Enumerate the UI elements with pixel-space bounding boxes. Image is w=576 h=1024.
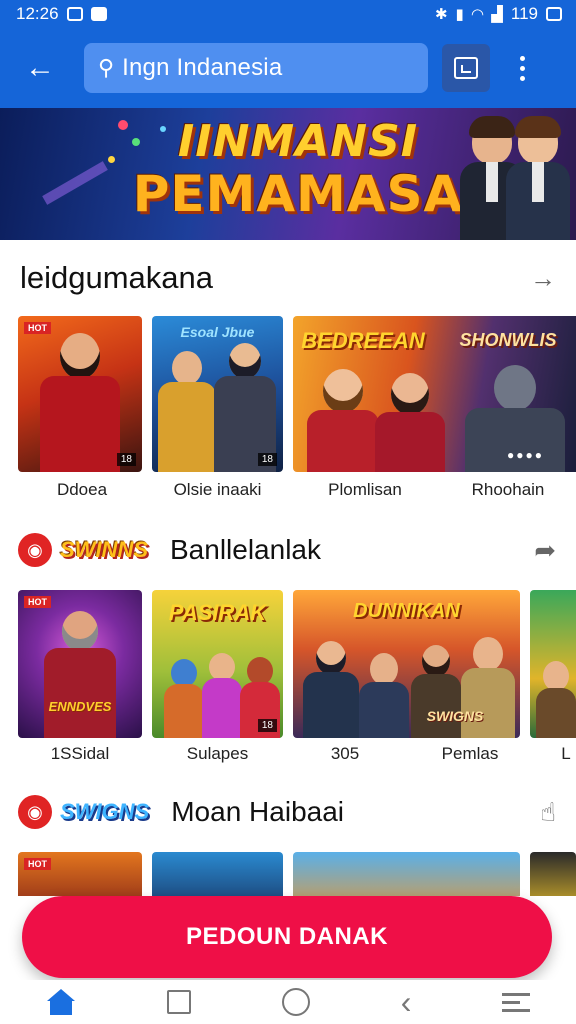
game-title[interactable]: 1SSidal [18, 744, 142, 764]
section-header: leidgumakana → [0, 248, 576, 308]
home-icon[interactable] [46, 989, 76, 1015]
recent-apps-icon[interactable] [166, 990, 191, 1014]
card-tag: HOT [24, 596, 51, 608]
game-title[interactable]: Sulapes [152, 744, 283, 764]
section-header: ◉ SWINNS Banllelanlak ➦ [0, 520, 576, 580]
arrow-right-icon[interactable]: → [530, 263, 556, 294]
character-art [359, 653, 409, 738]
character-art [158, 351, 216, 472]
section-title: leidgumakana [20, 260, 214, 295]
game-card-featured[interactable]: BEDREEAN SHONWLIS ●●●● [293, 316, 576, 472]
app-screen: 12:26 ✱ ▮ ◠ ▟ 119 ← ⚲ Ingn Indanesia IIN… [0, 0, 576, 1024]
section-header: ◉ SWIGNS Moan Haibaai ☝ [0, 782, 576, 842]
card-art-title: Esoal Jbue [180, 324, 255, 340]
game-title[interactable]: Rhoohain [446, 480, 570, 500]
game-title[interactable]: 305 [300, 744, 390, 764]
more-vertical-icon [519, 55, 525, 61]
hero-banner[interactable]: IINMANSI PEMAMASA [0, 108, 576, 240]
bookmark-icon [454, 57, 478, 79]
search-input[interactable]: ⚲ Ingn Indanesia [84, 43, 428, 93]
card-tag: HOT [24, 322, 51, 334]
game-card[interactable]: DUNNIKAN SWIGNS [293, 590, 520, 738]
section-title: Moan Haibaai [171, 796, 345, 827]
card-badge: 18 [257, 453, 277, 466]
bookmark-button[interactable] [442, 44, 490, 92]
card-art-subtitle: SWIGNS [426, 708, 484, 724]
card-tag: HOT [24, 858, 51, 870]
status-bar: 12:26 ✱ ▮ ◠ ▟ 119 [0, 0, 576, 28]
game-carousel: ENNDVES HOT PASIRAK 18 DUNNIKAN SWIGNS 1… [0, 590, 576, 790]
card-art-title: DUNNIKAN [353, 600, 460, 622]
character-art [303, 641, 359, 738]
signal-icon: ▮ [455, 6, 464, 23]
carousel-dots: ●●●● [507, 448, 544, 462]
game-card[interactable] [293, 852, 520, 896]
section-title: Banllelanlak [170, 534, 321, 565]
game-carousel: HOT 18 Esoal Jbue 18 BEDREEAN SHONWLIS ●… [0, 316, 576, 516]
character-art [375, 373, 445, 472]
brand-logo-text: SWIGNS [60, 799, 150, 824]
notification-icon [66, 7, 83, 21]
search-query: Ingn Indanesia [122, 54, 283, 81]
hero-character [506, 116, 570, 240]
share-icon[interactable]: ➦ [534, 535, 556, 566]
back-chevron-icon[interactable]: ‹ [401, 986, 412, 1018]
character-art [307, 369, 379, 472]
more-options-button[interactable] [502, 38, 542, 98]
card-badge: 18 [257, 719, 277, 732]
cell-signal-icon: ▟ [491, 6, 503, 23]
game-carousel: HOT [0, 852, 576, 896]
character-art [164, 659, 204, 738]
card-badge: 18 [116, 453, 136, 466]
card-art-title: SHONWLIS [459, 330, 557, 350]
card-art-title: PASIRAK [168, 600, 267, 625]
game-card[interactable]: Esoal Jbue 18 [152, 316, 283, 472]
arrow-left-icon: ← [25, 51, 55, 84]
menu-icon[interactable] [502, 991, 531, 1013]
game-card[interactable] [152, 852, 283, 896]
card-art-title: ENNDVES [48, 699, 112, 714]
battery-level: 119 [510, 4, 538, 23]
game-title[interactable]: L [556, 744, 576, 764]
game-title[interactable]: Plomlisan [300, 480, 430, 500]
game-card[interactable]: HOT 18 [18, 316, 142, 472]
game-title[interactable]: Olsie inaaki [152, 480, 283, 500]
battery-icon [546, 7, 562, 21]
game-card[interactable]: ENNDVES HOT [18, 590, 142, 738]
character-art [411, 645, 461, 738]
game-card[interactable]: HOT [18, 852, 142, 896]
hero-title: IINMANSI PEMAMASA [118, 116, 478, 223]
game-card[interactable] [530, 590, 576, 738]
brand-logo-text: SWINNS [60, 537, 148, 562]
game-title[interactable]: Ddoea [18, 480, 146, 500]
bottom-nav-bar: ‹ [0, 980, 576, 1024]
game-card[interactable]: PASIRAK 18 [152, 590, 283, 738]
back-button[interactable]: ← [10, 38, 70, 98]
home-button-icon[interactable] [281, 988, 310, 1016]
brand-logo-icon: ◉ [18, 795, 52, 829]
character-art [40, 333, 120, 472]
character-art [536, 661, 576, 738]
character-art [44, 611, 116, 738]
hero-title-line1: IINMANSI [177, 116, 419, 167]
bluetooth-icon: ✱ [434, 6, 448, 23]
app-notification-icon [90, 7, 107, 21]
character-art [202, 653, 242, 738]
card-art-title: BEDREEAN [301, 328, 425, 353]
wifi-icon: ◠ [471, 6, 484, 23]
status-time: 12:26 [16, 4, 59, 23]
search-icon: ⚲ [98, 55, 115, 80]
game-card[interactable] [530, 852, 576, 896]
hero-title-line2: PEMAMASA [132, 165, 464, 223]
download-button[interactable]: PEDOUN DANAK [22, 896, 552, 978]
game-title[interactable]: Pemlas [420, 744, 520, 764]
brand-logo-icon: ◉ [18, 533, 52, 567]
app-bar: ← ⚲ Ingn Indanesia [0, 28, 576, 108]
thumbs-up-icon[interactable]: ☝ [540, 797, 556, 828]
